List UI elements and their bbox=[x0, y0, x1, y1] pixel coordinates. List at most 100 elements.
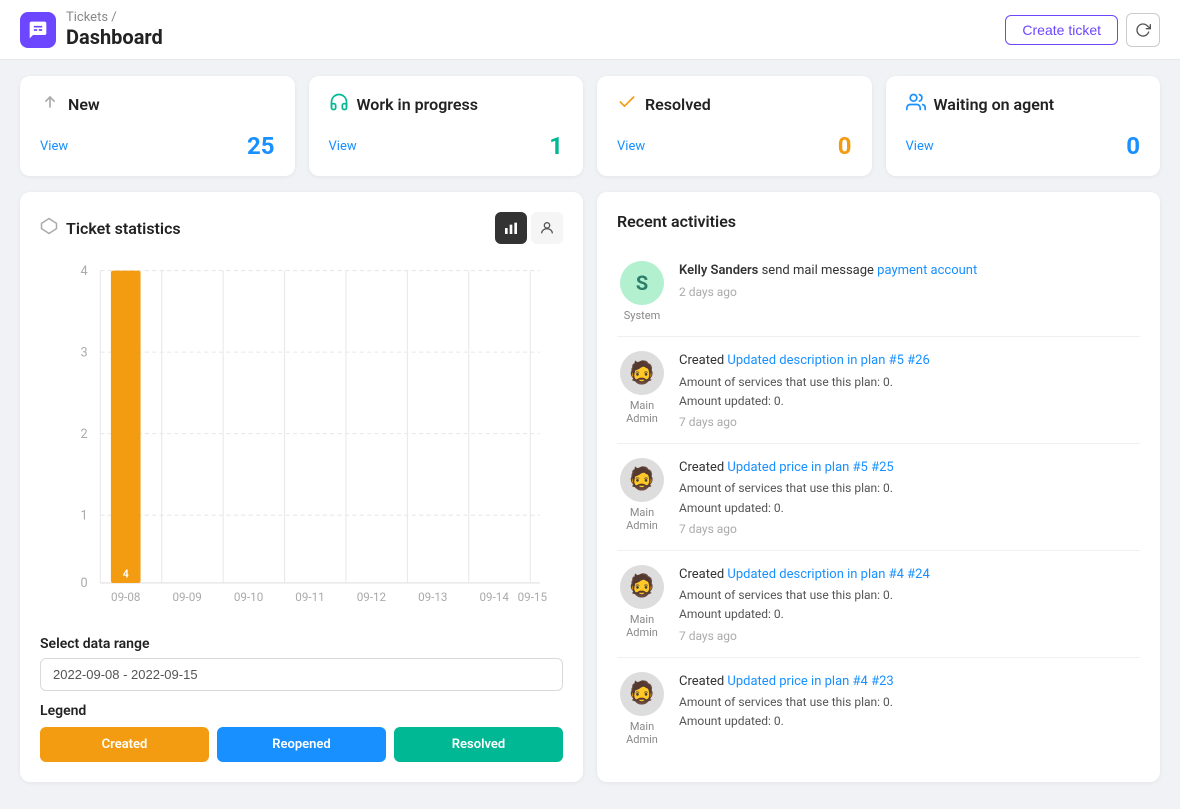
card-title-wip: Work in progress bbox=[357, 95, 478, 114]
wip-icon bbox=[329, 92, 349, 116]
card-title-waiting: Waiting on agent bbox=[934, 95, 1055, 114]
avatar-label-2: Main Admin bbox=[626, 399, 658, 425]
activity-text-3: Created Updated price in plan #5 #25 bbox=[679, 458, 1140, 478]
avatar-3: 🧔 bbox=[620, 458, 664, 502]
header-left: Tickets / Dashboard bbox=[20, 10, 163, 49]
activity-time-4: 7 days ago bbox=[679, 629, 1140, 643]
card-count-new: 25 bbox=[247, 132, 275, 160]
waiting-icon bbox=[906, 92, 926, 116]
activity-sub-3: Amount of services that use this plan: 0… bbox=[679, 479, 1140, 517]
activity-text-4: Created Updated description in plan #4 #… bbox=[679, 565, 1140, 585]
svg-text:09-10: 09-10 bbox=[234, 590, 263, 604]
header-right: Create ticket bbox=[1005, 13, 1160, 47]
stats-view-toggle bbox=[495, 212, 563, 244]
activity-content-2: Created Updated description in plan #5 #… bbox=[679, 351, 1140, 429]
card-header-new: New bbox=[40, 92, 275, 116]
activity-time-3: 7 days ago bbox=[679, 522, 1140, 536]
svg-text:09-12: 09-12 bbox=[357, 590, 387, 604]
stats-header: Ticket statistics bbox=[40, 212, 563, 244]
activity-item: 🧔 Main Admin Created Updated description… bbox=[617, 337, 1140, 444]
ticket-statistics-panel: Ticket statistics bbox=[20, 192, 583, 782]
activity-item: S System Kelly Sanders send mail message… bbox=[617, 247, 1140, 337]
card-header-wip: Work in progress bbox=[329, 92, 564, 116]
card-footer-waiting: View 0 bbox=[906, 132, 1141, 160]
card-count-wip: 1 bbox=[549, 132, 563, 160]
bar-chart-svg: 4 3 2 1 0 4 bbox=[40, 260, 563, 620]
avatar-2: 🧔 bbox=[620, 351, 664, 395]
card-view-link-waiting[interactable]: View bbox=[906, 139, 934, 154]
chart-view-button[interactable] bbox=[495, 212, 527, 244]
activity-item: 🧔 Main Admin Created Updated description… bbox=[617, 551, 1140, 658]
avatar-wrap-4: 🧔 Main Admin bbox=[617, 565, 667, 643]
agent-view-button[interactable] bbox=[531, 212, 563, 244]
card-count-resolved: 0 bbox=[838, 132, 852, 160]
activity-content-5: Created Updated price in plan #4 #23 Amo… bbox=[679, 672, 1140, 746]
activity-link-5[interactable]: Updated price in plan #4 #23 bbox=[727, 674, 893, 689]
avatar-wrap-1: S System bbox=[617, 261, 667, 322]
main-content: New View 25 Work in progress View 1 bbox=[0, 60, 1180, 798]
card-view-link-new[interactable]: View bbox=[40, 139, 68, 154]
card-header-resolved: Resolved bbox=[617, 92, 852, 116]
activity-link-1[interactable]: payment account bbox=[877, 263, 977, 278]
header-titles: Tickets / Dashboard bbox=[66, 10, 163, 49]
avatar-wrap-3: 🧔 Main Admin bbox=[617, 458, 667, 536]
activity-sub-5: Amount of services that use this plan: 0… bbox=[679, 693, 1140, 731]
avatar-4: 🧔 bbox=[620, 565, 664, 609]
svg-text:09-08: 09-08 bbox=[111, 590, 140, 604]
legend-resolved: Resolved bbox=[394, 727, 563, 762]
card-view-link-wip[interactable]: View bbox=[329, 139, 357, 154]
svg-text:1: 1 bbox=[80, 508, 87, 523]
resolved-icon bbox=[617, 92, 637, 116]
activity-link-2[interactable]: Updated description in plan #5 #26 bbox=[727, 353, 929, 368]
activity-sub-4: Amount of services that use this plan: 0… bbox=[679, 586, 1140, 624]
svg-text:4: 4 bbox=[123, 568, 129, 581]
header: Tickets / Dashboard Create ticket bbox=[0, 0, 1180, 60]
activity-link-4[interactable]: Updated description in plan #4 #24 bbox=[727, 567, 929, 582]
activities-title: Recent activities bbox=[617, 212, 736, 231]
svg-text:0: 0 bbox=[80, 576, 87, 591]
svg-text:09-13: 09-13 bbox=[418, 590, 447, 604]
avatar-label-3: Main Admin bbox=[626, 506, 658, 532]
activities-list: S System Kelly Sanders send mail message… bbox=[617, 247, 1140, 760]
card-footer-resolved: View 0 bbox=[617, 132, 852, 160]
bar-chart-icon bbox=[503, 220, 519, 236]
activity-item: 🧔 Main Admin Created Updated price in pl… bbox=[617, 658, 1140, 760]
status-card-resolved: Resolved View 0 bbox=[597, 76, 872, 176]
avatar-wrap-5: 🧔 Main Admin bbox=[617, 672, 667, 746]
avatar-5: 🧔 bbox=[620, 672, 664, 716]
activity-link-3[interactable]: Updated price in plan #5 #25 bbox=[727, 460, 893, 475]
card-count-waiting: 0 bbox=[1126, 132, 1140, 160]
new-icon bbox=[40, 92, 60, 116]
activity-time-1: 2 days ago bbox=[679, 285, 1140, 299]
activity-time-2: 7 days ago bbox=[679, 415, 1140, 429]
chart-container: 4 3 2 1 0 4 bbox=[40, 260, 563, 620]
activity-content-4: Created Updated description in plan #4 #… bbox=[679, 565, 1140, 643]
avatar-1: S bbox=[620, 261, 664, 305]
create-ticket-button[interactable]: Create ticket bbox=[1005, 15, 1118, 45]
date-range-label: Select data range bbox=[40, 636, 563, 652]
svg-text:3: 3 bbox=[80, 345, 87, 360]
avatar-label-5: Main Admin bbox=[626, 720, 658, 746]
legend-reopened: Reopened bbox=[217, 727, 386, 762]
date-range-input[interactable] bbox=[40, 658, 563, 691]
card-header-waiting: Waiting on agent bbox=[906, 92, 1141, 116]
status-cards: New View 25 Work in progress View 1 bbox=[20, 76, 1160, 176]
app-logo bbox=[20, 12, 56, 48]
activity-content-1: Kelly Sanders send mail message payment … bbox=[679, 261, 1140, 322]
svg-text:4: 4 bbox=[80, 264, 87, 279]
breadcrumb: Tickets / bbox=[66, 10, 163, 25]
card-view-link-resolved[interactable]: View bbox=[617, 139, 645, 154]
svg-text:09-15: 09-15 bbox=[518, 590, 548, 604]
person-icon bbox=[539, 220, 555, 236]
activity-text-2: Created Updated description in plan #5 #… bbox=[679, 351, 1140, 371]
status-card-wip: Work in progress View 1 bbox=[309, 76, 584, 176]
avatar-wrap-2: 🧔 Main Admin bbox=[617, 351, 667, 429]
svg-text:09-09: 09-09 bbox=[172, 590, 201, 604]
page-title: Dashboard bbox=[66, 25, 163, 49]
svg-text:09-11: 09-11 bbox=[295, 590, 324, 604]
card-footer-wip: View 1 bbox=[329, 132, 564, 160]
refresh-button[interactable] bbox=[1126, 13, 1160, 47]
avatar-label-1: System bbox=[624, 309, 661, 322]
activity-text-5: Created Updated price in plan #4 #23 bbox=[679, 672, 1140, 692]
diamond-icon bbox=[40, 217, 58, 239]
